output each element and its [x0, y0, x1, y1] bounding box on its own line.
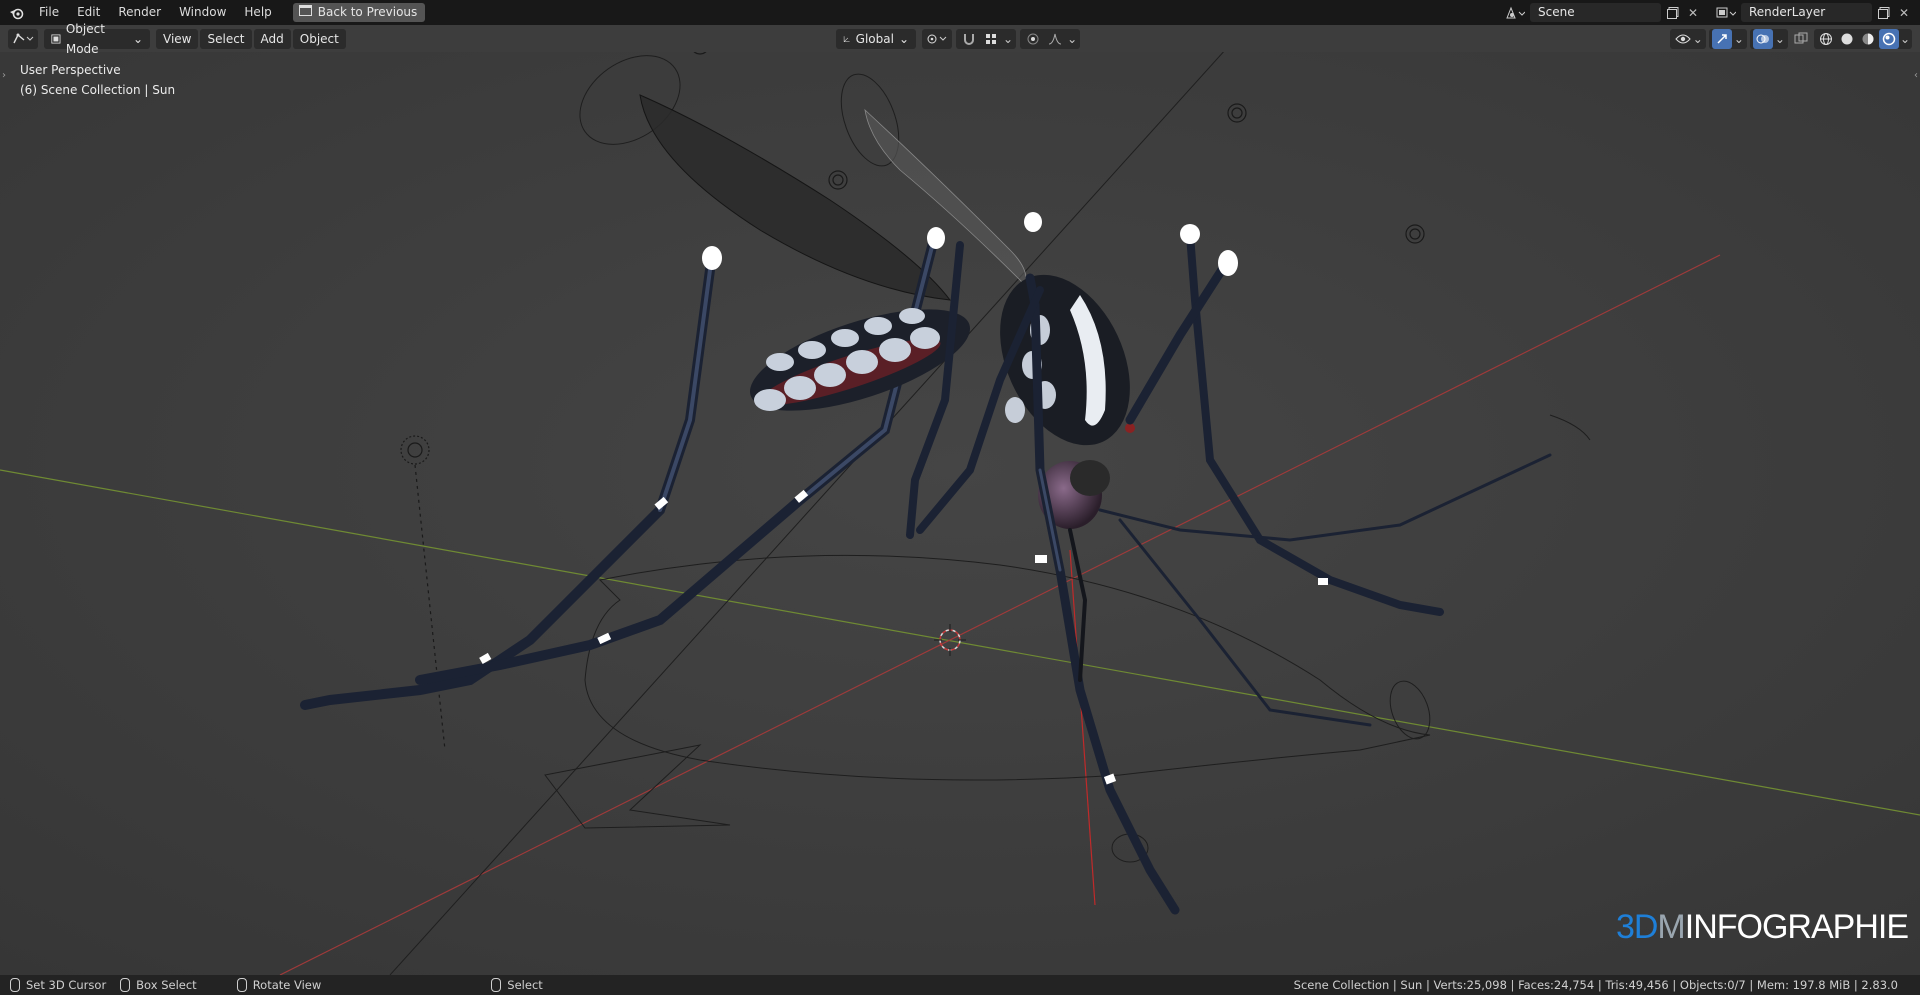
- proportional-editing-group: ⌄: [1020, 29, 1081, 49]
- watermark-part-a: 3D: [1615, 908, 1658, 946]
- orientation-dropdown[interactable]: Global ⌄: [836, 29, 916, 49]
- orientation-label: Global: [855, 32, 894, 46]
- magnet-icon[interactable]: [959, 29, 979, 49]
- pivot-point-icon: [927, 34, 947, 44]
- status-set-3d-cursor-label: Set 3D Cursor: [26, 978, 107, 992]
- rendered-shading-icon[interactable]: [1878, 29, 1899, 49]
- material-shading-icon[interactable]: [1858, 29, 1878, 49]
- perspective-label: User Perspective: [20, 63, 121, 77]
- shading-group: ⌄: [1813, 29, 1912, 49]
- blender-logo-icon[interactable]: [4, 0, 30, 25]
- display-controls: ⌄ ⌄ ⌄ ⌄: [1669, 29, 1912, 49]
- falloff-curve-icon[interactable]: [1045, 29, 1065, 49]
- chevron-down-icon[interactable]: ⌄: [1775, 32, 1785, 46]
- selectability-group: ⌄: [1669, 29, 1706, 49]
- watermark-logo: 3DMINFOGRAPHIE: [1615, 908, 1909, 947]
- viewport-header: Object Mode ⌄ View Select Add Object Glo…: [0, 22, 1920, 56]
- new-scene-icon[interactable]: [1663, 3, 1683, 22]
- snap-target-icon[interactable]: [981, 29, 1001, 49]
- chevron-down-icon: ⌄: [898, 32, 909, 46]
- chevron-down-icon[interactable]: ⌄: [1734, 32, 1744, 46]
- back-to-previous-button[interactable]: Back to Previous: [292, 3, 426, 22]
- mouse-left-icon: [10, 978, 20, 992]
- scene-statistics: Scene Collection | Sun | Verts:25,098 | …: [1293, 978, 1898, 992]
- status-rotate-view: Rotate View: [236, 978, 322, 992]
- menu-view[interactable]: View: [156, 29, 199, 49]
- transform-controls: Global ⌄ ⌄ ⌄: [834, 29, 1081, 49]
- status-box-select-label: Box Select: [136, 978, 197, 992]
- active-collection-label: (6) Scene Collection | Sun: [20, 83, 176, 97]
- editor-type-icon: [13, 33, 34, 44]
- editor-type-button[interactable]: [8, 29, 38, 49]
- proportional-editing-icon[interactable]: [1023, 29, 1043, 49]
- wireframe-shading-icon[interactable]: [1816, 29, 1836, 49]
- chevron-down-icon[interactable]: ⌄: [1003, 32, 1013, 46]
- snapping-group: ⌄: [956, 29, 1017, 49]
- status-rotate-view-label: Rotate View: [252, 978, 322, 992]
- status-select: Select: [491, 978, 543, 992]
- overlays-group: ⌄: [1749, 29, 1788, 49]
- mouse-right-icon: [491, 978, 502, 992]
- watermark-part-c: INFOGRAPHIE: [1684, 908, 1909, 946]
- mouse-drag-icon: [120, 978, 131, 992]
- menu-add[interactable]: Add: [253, 29, 291, 49]
- back-to-previous-label: Back to Previous: [317, 5, 418, 19]
- chevron-down-icon: ⌄: [132, 32, 143, 46]
- menu-object[interactable]: Object: [292, 29, 346, 49]
- delete-renderlayer-icon[interactable]: ✕: [1894, 3, 1914, 22]
- menu-help[interactable]: Help: [235, 0, 280, 25]
- object-mode-dropdown[interactable]: Object Mode ⌄: [44, 22, 150, 56]
- chevron-down-icon[interactable]: ⌄: [1900, 32, 1910, 46]
- chevron-down-icon[interactable]: ⌄: [1693, 32, 1703, 46]
- eye-icon[interactable]: [1673, 29, 1693, 49]
- status-box-select: Box Select: [120, 978, 197, 992]
- orientation-icon: [843, 36, 850, 43]
- solid-shading-icon[interactable]: [1837, 29, 1857, 49]
- viewport-background: [0, 52, 1920, 975]
- menu-window[interactable]: Window: [170, 0, 235, 25]
- mouse-middle-icon: [236, 978, 247, 992]
- delete-scene-icon[interactable]: ✕: [1683, 3, 1703, 22]
- sidebar-expand-icon[interactable]: ‹: [1914, 70, 1918, 81]
- status-select-label: Select: [507, 978, 543, 992]
- status-set-3d-cursor: Set 3D Cursor: [10, 978, 106, 992]
- new-renderlayer-icon[interactable]: [1874, 3, 1894, 22]
- overlays-icon[interactable]: [1752, 29, 1773, 49]
- chevron-down-icon[interactable]: ⌄: [1067, 32, 1077, 46]
- renderlayer-name-field[interactable]: RenderLayer: [1741, 3, 1872, 22]
- watermark-part-b: M: [1657, 908, 1685, 946]
- back-window-icon: [298, 3, 312, 22]
- pivot-point-dropdown[interactable]: [922, 29, 952, 49]
- scene-selector-icon[interactable]: [1502, 3, 1528, 23]
- top-bar: File Edit Render Window Help Back to Pre…: [0, 0, 1920, 25]
- viewport-info: User Perspective (6) Scene Collection | …: [20, 60, 175, 100]
- gizmo-group: ⌄: [1708, 29, 1747, 49]
- 3d-viewport[interactable]: › ‹ 3DMINFOGRAPHIE: [0, 52, 1920, 975]
- scene-name-field[interactable]: Scene: [1530, 3, 1661, 22]
- renderlayer-selector-icon[interactable]: [1713, 3, 1739, 23]
- status-bar: Set 3D Cursor Box Select Rotate View Sel…: [0, 975, 1920, 995]
- xray-icon[interactable]: [1791, 29, 1811, 49]
- gizmo-icon[interactable]: [1711, 29, 1732, 49]
- viewport-scene: [0, 52, 1920, 975]
- object-mode-icon: [51, 34, 61, 44]
- object-mode-label: Object Mode: [65, 22, 105, 56]
- toolbar-expand-icon[interactable]: ›: [2, 70, 6, 81]
- menu-file[interactable]: File: [30, 0, 68, 25]
- menu-select[interactable]: Select: [200, 29, 252, 49]
